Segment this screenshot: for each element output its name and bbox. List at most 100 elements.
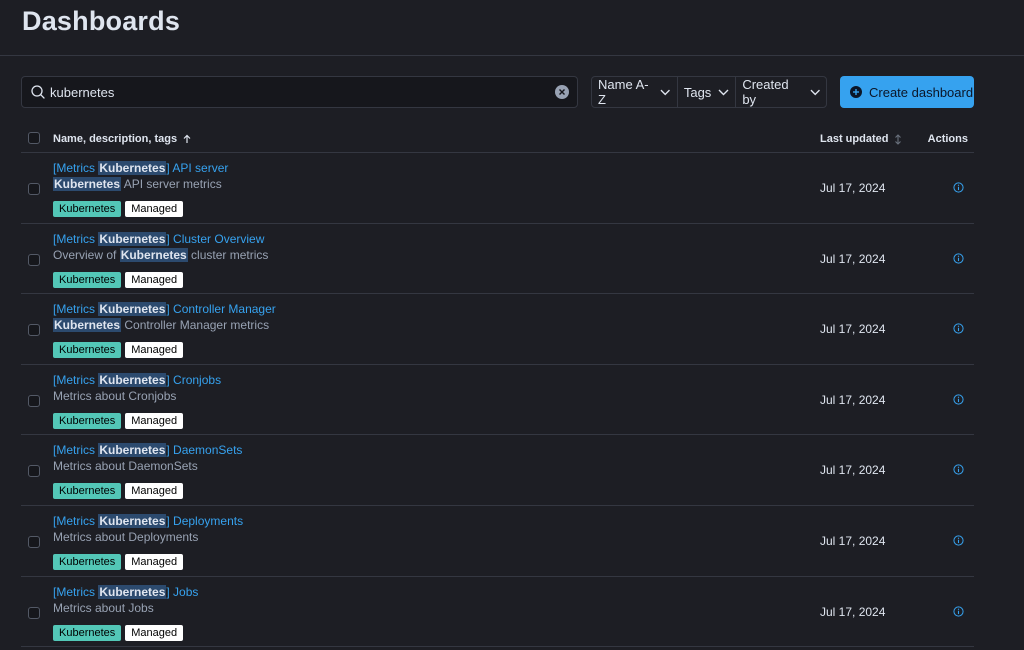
create-dashboard-label: Create dashboard	[869, 84, 974, 100]
title-suffix: ] Cluster Overview	[166, 231, 265, 246]
title-suffix: ] DaemonSets	[166, 443, 243, 458]
plus-circle-icon	[850, 86, 862, 98]
dashboard-title-link[interactable]: [Metrics Kubernetes] Controller Manager	[53, 302, 276, 317]
tag-list: Kubernetes Managed	[53, 553, 187, 570]
tag-badge-managed[interactable]: Managed	[125, 342, 184, 359]
tag-badge-managed[interactable]: Managed	[125, 201, 184, 217]
column-header-name[interactable]: Name, description, tags	[53, 133, 192, 145]
desc-highlight: Kubernetes	[119, 247, 188, 262]
table-row: [Metrics Kubernetes] Cronjobs Metrics ab…	[21, 365, 974, 436]
tag-badge-managed[interactable]: Managed	[125, 412, 184, 429]
chevron-down-icon	[810, 89, 820, 95]
title-suffix: ] Controller Manager	[166, 302, 276, 317]
desc-prefix: Metrics about DaemonSets	[53, 459, 198, 474]
title-prefix: [Metrics	[53, 443, 99, 458]
select-all-checkbox[interactable]	[28, 132, 40, 144]
created-by-filter-button[interactable]: Created by	[736, 77, 826, 107]
tag-badge-managed[interactable]: Managed	[125, 483, 184, 500]
dashboards-table: Name, description, tags Last updated Act…	[21, 124, 974, 648]
tag-badge-kubernetes[interactable]: Kubernetes	[53, 412, 122, 429]
title-suffix: ] API server	[166, 161, 229, 175]
column-header-actions: Actions	[927, 133, 968, 145]
tag-badge-kubernetes[interactable]: Kubernetes	[53, 553, 122, 570]
title-highlight: Kubernetes	[98, 372, 167, 387]
toolbar: Name A-Z Tags Created by Create dashboar…	[21, 76, 974, 108]
info-icon[interactable]	[953, 464, 964, 475]
tag-badge-managed[interactable]: Managed	[125, 553, 184, 570]
table-row: [Metrics Kubernetes] Deployments Metrics…	[21, 506, 974, 577]
table-row: [Metrics Kubernetes] Controller Manager …	[21, 294, 974, 365]
last-updated-date: Jul 17, 2024	[820, 533, 886, 548]
tag-list: Kubernetes Managed	[53, 271, 187, 288]
info-icon[interactable]	[953, 605, 964, 617]
dashboard-description: Metrics about Jobs	[53, 601, 154, 615]
row-checkbox[interactable]	[28, 253, 40, 266]
sort-label: Name A-Z	[598, 77, 649, 107]
last-updated-date: Jul 17, 2024	[820, 322, 886, 337]
desc-prefix: Metrics about Cronjobs	[53, 388, 177, 403]
sort-arrows-icon	[895, 133, 902, 145]
tag-list: Kubernetes Managed	[53, 201, 187, 217]
create-dashboard-button[interactable]: Create dashboard	[840, 76, 974, 108]
last-updated-date: Jul 17, 2024	[820, 604, 886, 619]
chevron-down-icon	[660, 89, 671, 95]
dashboard-description: Overview of Kubernetes cluster metrics	[53, 247, 269, 262]
row-checkbox[interactable]	[28, 324, 40, 337]
last-updated-date: Jul 17, 2024	[820, 392, 886, 407]
row-checkbox[interactable]	[28, 465, 40, 478]
dashboard-description: Metrics about Cronjobs	[53, 389, 176, 403]
last-updated-date: Jul 17, 2024	[820, 181, 886, 195]
info-icon[interactable]	[953, 535, 964, 546]
tag-badge-managed[interactable]: Managed	[125, 271, 184, 288]
row-checkbox[interactable]	[28, 394, 40, 407]
desc-suffix: API server metrics	[121, 177, 222, 191]
column-header-updated[interactable]: Last updated	[820, 133, 903, 145]
info-icon[interactable]	[953, 253, 964, 264]
column-header-updated-label: Last updated	[820, 133, 889, 145]
dashboard-title-link[interactable]: [Metrics Kubernetes] Cronjobs	[53, 372, 222, 387]
dashboard-title-link[interactable]: [Metrics Kubernetes] Cluster Overview	[53, 231, 265, 246]
title-suffix: ] Deployments	[166, 513, 244, 528]
page-title: Dashboards	[22, 6, 181, 36]
title-suffix: ] Cronjobs	[166, 372, 222, 387]
desc-highlight: Kubernetes	[53, 318, 122, 333]
search-box[interactable]	[21, 76, 578, 108]
title-highlight: Kubernetes	[98, 584, 167, 599]
desc-suffix: cluster metrics	[187, 247, 269, 262]
clear-search-icon[interactable]	[555, 85, 569, 99]
title-prefix: [Metrics	[53, 231, 99, 246]
desc-highlight: Kubernetes	[53, 177, 122, 191]
tag-badge-kubernetes[interactable]: Kubernetes	[53, 624, 122, 641]
info-icon[interactable]	[953, 323, 964, 334]
last-updated-date: Jul 17, 2024	[820, 251, 886, 266]
sort-dropdown[interactable]: Name A-Z	[592, 77, 678, 107]
tag-badge-kubernetes[interactable]: Kubernetes	[53, 342, 122, 359]
tag-badge-kubernetes[interactable]: Kubernetes	[53, 201, 122, 217]
dashboard-title-link[interactable]: [Metrics Kubernetes] Deployments	[53, 513, 244, 528]
dashboard-description: Kubernetes Controller Manager metrics	[53, 318, 270, 333]
tag-badge-kubernetes[interactable]: Kubernetes	[53, 271, 122, 288]
tag-badge-kubernetes[interactable]: Kubernetes	[53, 483, 122, 500]
desc-suffix: Controller Manager metrics	[121, 318, 270, 333]
dashboard-title-link[interactable]: [Metrics Kubernetes] DaemonSets	[53, 443, 243, 458]
dashboard-description: Metrics about DaemonSets	[53, 459, 198, 473]
row-checkbox[interactable]	[28, 606, 40, 619]
dashboard-title-link[interactable]: [Metrics Kubernetes] API server	[53, 161, 228, 175]
tag-list: Kubernetes Managed	[53, 483, 187, 500]
tags-filter-button[interactable]: Tags	[678, 77, 737, 107]
title-prefix: [Metrics	[53, 584, 99, 599]
tag-badge-managed[interactable]: Managed	[125, 624, 184, 641]
row-checkbox[interactable]	[28, 535, 40, 548]
table-row: [Metrics Kubernetes] API server Kubernet…	[21, 153, 974, 224]
table-row: [Metrics Kubernetes] Cluster Overview Ov…	[21, 224, 974, 295]
dashboard-title-link[interactable]: [Metrics Kubernetes] Jobs	[53, 584, 198, 599]
row-checkbox[interactable]	[28, 183, 40, 195]
title-prefix: [Metrics	[53, 513, 99, 528]
search-input[interactable]	[50, 77, 550, 107]
table-header: Name, description, tags Last updated Act…	[21, 124, 974, 153]
info-icon[interactable]	[953, 182, 964, 193]
last-updated-date: Jul 17, 2024	[820, 463, 886, 478]
info-icon[interactable]	[953, 394, 964, 405]
column-header-name-label: Name, description, tags	[53, 133, 178, 145]
table-body: [Metrics Kubernetes] API server Kubernet…	[21, 153, 974, 648]
